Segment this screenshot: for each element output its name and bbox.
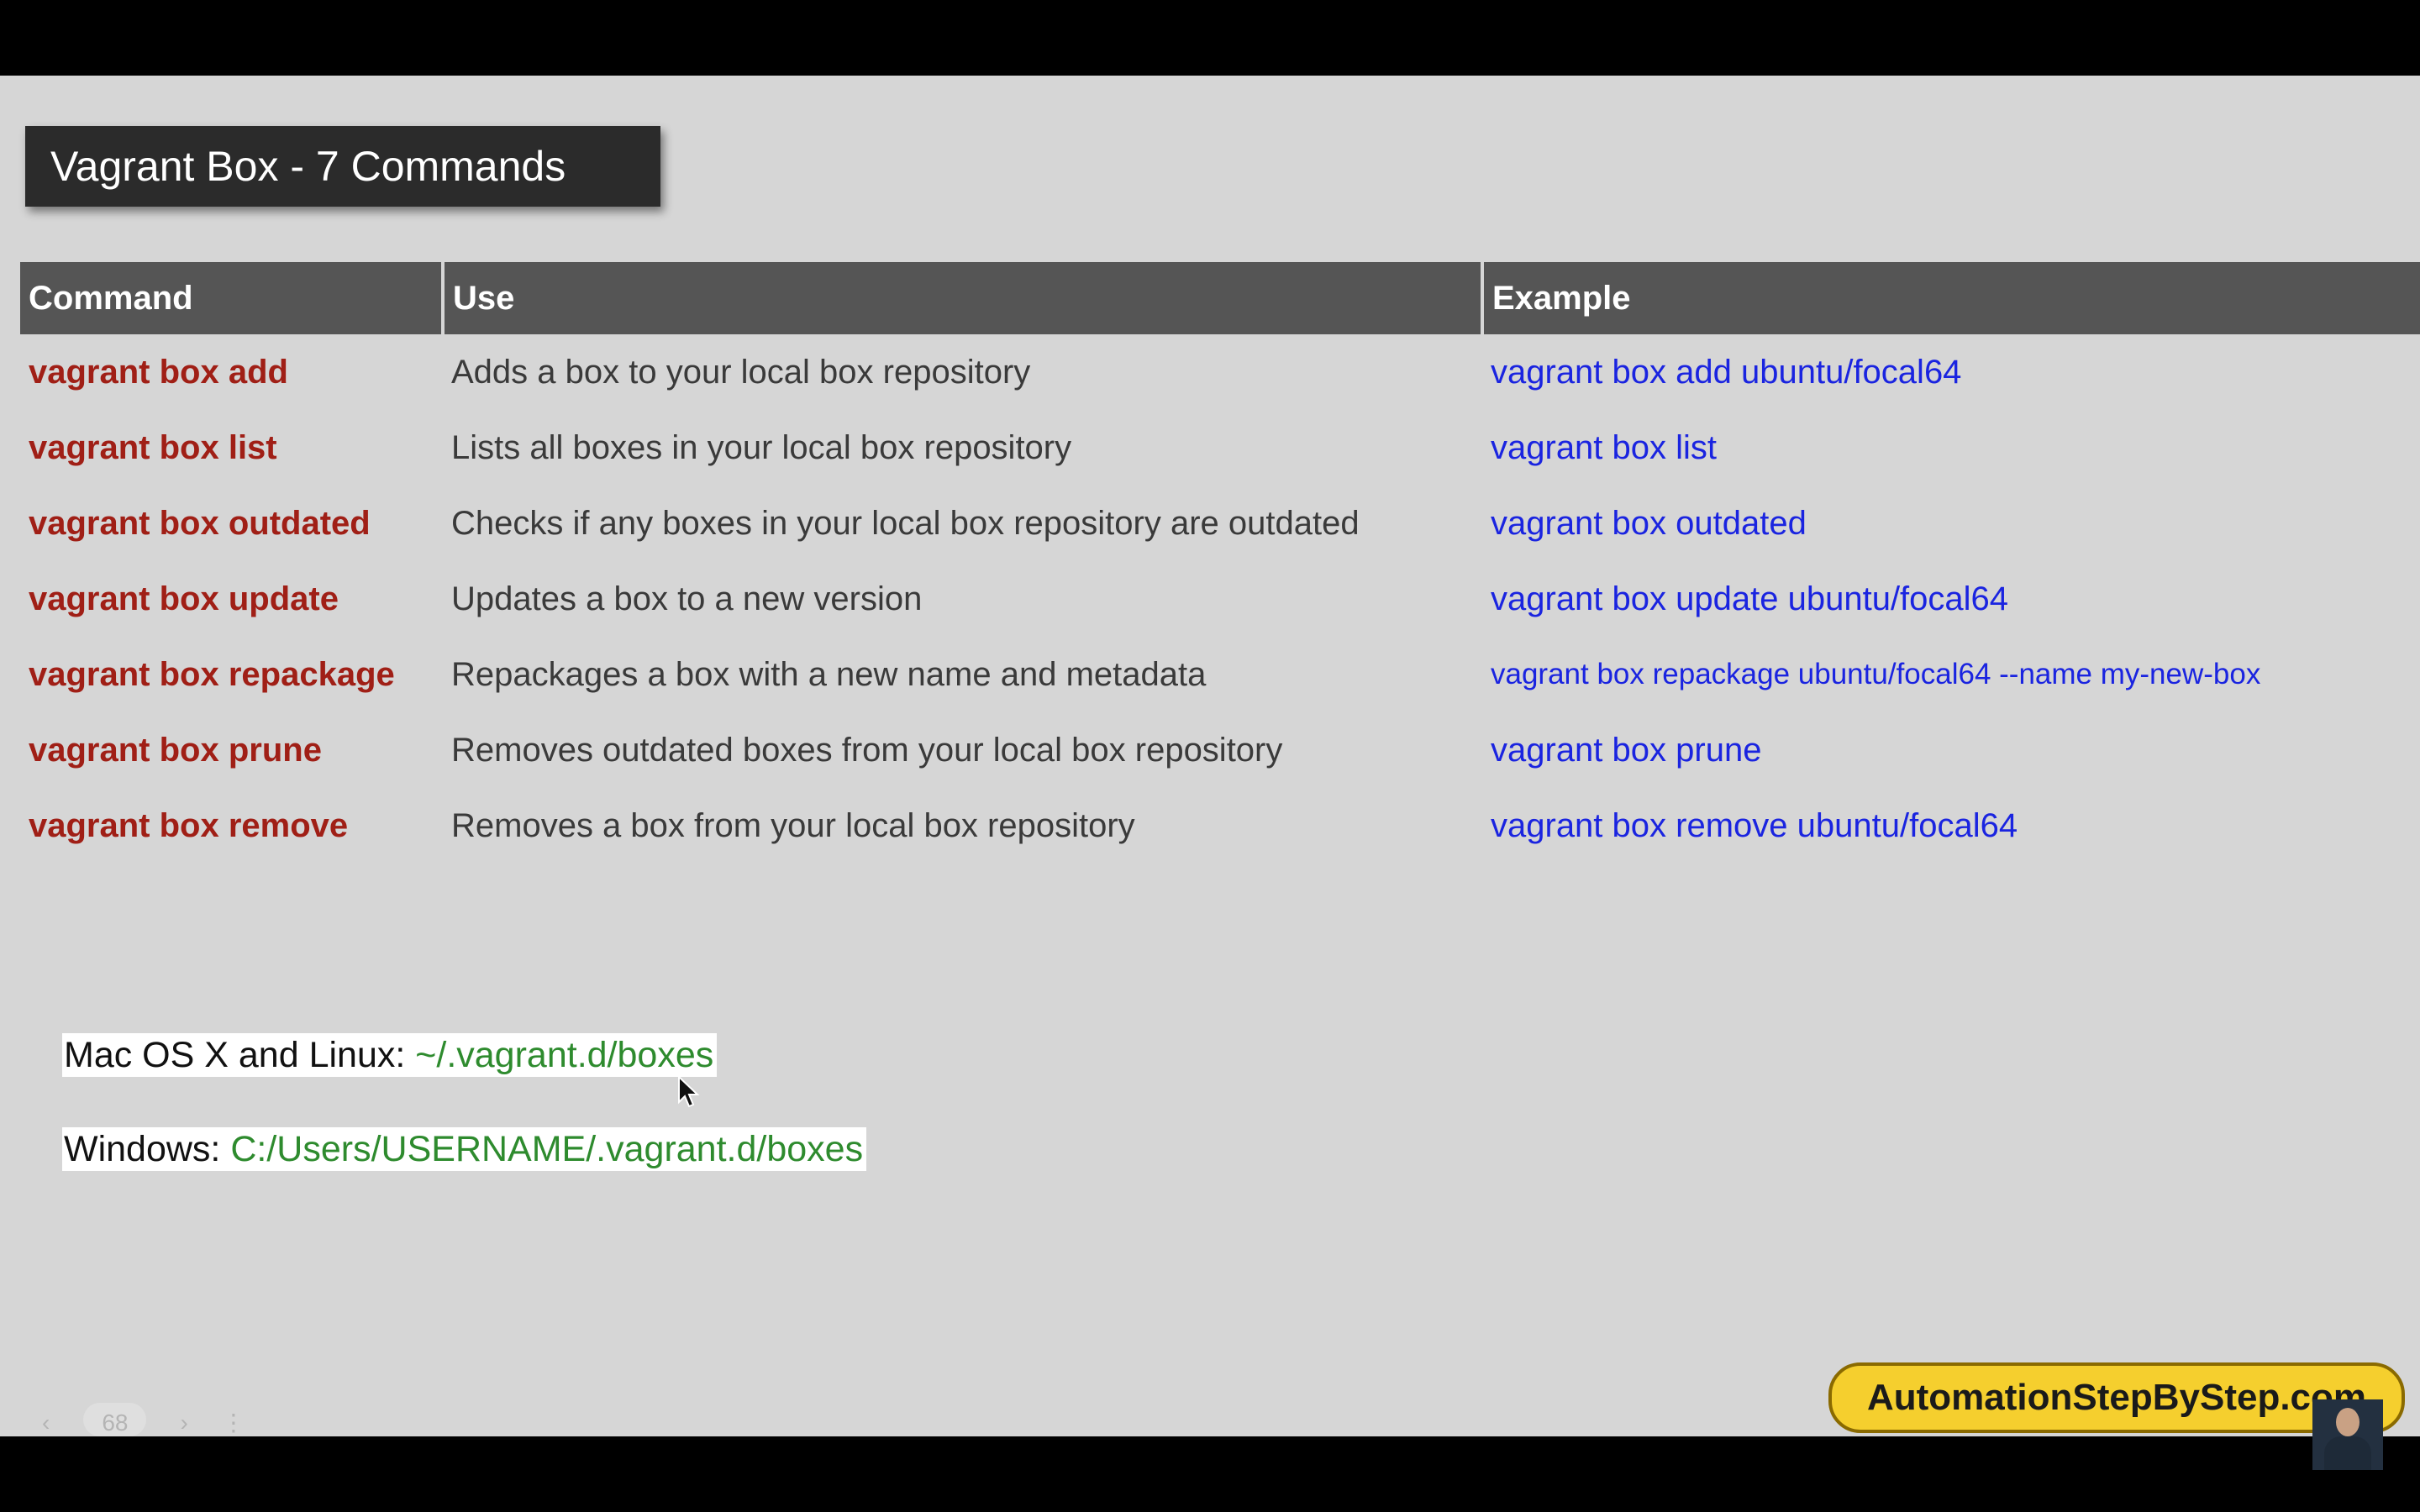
example-cell: vagrant box remove ubuntu/focal64 — [1491, 806, 2018, 844]
brand-text: AutomationStepByStep.com — [1866, 1377, 2367, 1418]
use-cell: Repackages a box with a new name and met… — [451, 655, 1207, 693]
slide-navigation[interactable]: ‹ 68 › ⋮ — [42, 1403, 328, 1436]
header-example: Example — [1482, 262, 2420, 334]
use-cell: Checks if any boxes in your local box re… — [451, 504, 1360, 542]
slide-title: Vagrant Box - 7 Commands — [50, 143, 566, 190]
prev-slide-button[interactable]: ‹ — [42, 1410, 50, 1436]
table-row: vagrant box update Updates a box to a ne… — [20, 561, 2420, 637]
table-row: vagrant box add Adds a box to your local… — [20, 334, 2420, 410]
example-cell: vagrant box outdated — [1491, 504, 1807, 542]
command-cell: vagrant box list — [29, 428, 277, 466]
mac-linux-path-line: Mac OS X and Linux: ~/.vagrant.d/boxes — [62, 1033, 718, 1077]
example-cell: vagrant box add ubuntu/focal64 — [1491, 353, 1962, 391]
command-cell: vagrant box outdated — [29, 504, 371, 542]
example-cell: vagrant box update ubuntu/focal64 — [1491, 580, 2009, 617]
table-header-row: Command Use Example — [20, 262, 2420, 334]
mouse-pointer-icon — [678, 1075, 700, 1108]
slide-title-box: Vagrant Box - 7 Commands — [25, 126, 660, 207]
table-row: vagrant box outdated Checks if any boxes… — [20, 486, 2420, 561]
command-cell: vagrant box prune — [29, 731, 322, 769]
command-cell: vagrant box repackage — [29, 655, 395, 693]
example-cell: vagrant box repackage ubuntu/focal64 --n… — [1491, 658, 2261, 690]
table-row: vagrant box remove Removes a box from yo… — [20, 788, 2420, 864]
mac-linux-path: ~/.vagrant.d/boxes — [415, 1035, 714, 1075]
command-cell: vagrant box add — [29, 353, 288, 391]
table-row: vagrant box repackage Repackages a box w… — [20, 637, 2420, 712]
more-options-icon[interactable]: ⋮ — [222, 1409, 245, 1436]
video-letterbox-bottom — [0, 1436, 2420, 1512]
commands-table: Command Use Example vagrant box add Adds… — [20, 262, 2420, 864]
next-slide-button[interactable]: › — [180, 1410, 187, 1436]
table-row: vagrant box list Lists all boxes in your… — [20, 410, 2420, 486]
header-use: Use — [443, 262, 1484, 334]
use-cell: Lists all boxes in your local box reposi… — [451, 428, 1072, 466]
video-letterbox-top — [0, 0, 2420, 76]
windows-label: Windows: — [64, 1129, 231, 1169]
windows-path-line: Windows: C:/Users/USERNAME/.vagrant.d/bo… — [62, 1127, 867, 1171]
command-cell: vagrant box remove — [29, 806, 349, 844]
presenter-avatar — [2312, 1399, 2383, 1470]
example-cell: vagrant box list — [1491, 428, 1718, 466]
mac-linux-label: Mac OS X and Linux: — [64, 1035, 416, 1075]
use-cell: Removes a box from your local box reposi… — [451, 806, 1135, 844]
use-cell: Adds a box to your local box repository — [451, 353, 1031, 391]
table-row: vagrant box prune Removes outdated boxes… — [20, 712, 2420, 788]
windows-path: C:/Users/USERNAME/.vagrant.d/boxes — [230, 1129, 864, 1169]
example-cell: vagrant box prune — [1491, 731, 1762, 769]
header-command: Command — [20, 262, 445, 334]
use-cell: Updates a box to a new version — [451, 580, 923, 617]
use-cell: Removes outdated boxes from your local b… — [451, 731, 1283, 769]
slide-number: 68 — [83, 1403, 147, 1436]
command-cell: vagrant box update — [29, 580, 339, 617]
